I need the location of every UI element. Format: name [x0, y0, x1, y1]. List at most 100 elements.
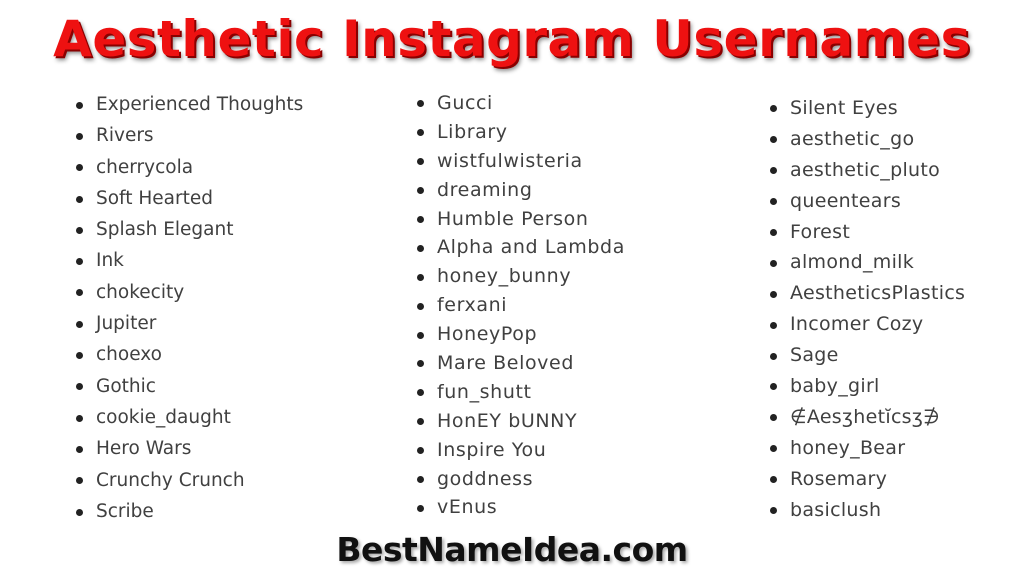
username-text: Ink	[96, 250, 124, 272]
username-text: ∉Aesʒhetĭcsʒ∌	[790, 405, 941, 428]
bullet-icon	[770, 507, 777, 515]
username-list-column-1: Experienced Thoughts Rivers cherrycola Soft…	[72, 89, 303, 527]
username-text: dreaming	[437, 178, 533, 201]
bullet-icon	[76, 383, 83, 391]
bullet-icon	[770, 229, 777, 236]
bullet-icon	[417, 187, 424, 195]
username-list-item: HoneyPop	[413, 320, 625, 349]
username-text: Splash Elegant	[96, 219, 234, 241]
bullet-icon	[76, 352, 83, 360]
bullet-icon	[770, 321, 777, 329]
username-list-item: vEnus	[413, 493, 625, 522]
bullet-icon	[770, 414, 777, 422]
username-text: Sage	[790, 344, 839, 367]
username-text: queentears	[790, 189, 902, 212]
username-list-item: honey_bunny	[413, 262, 625, 291]
bullet-icon	[76, 101, 83, 109]
bullet-icon	[76, 414, 83, 422]
bullet-icon	[417, 418, 424, 426]
username-text: honey_Bear	[790, 436, 906, 459]
username-text: Soft Hearted	[96, 187, 213, 209]
bullet-icon	[76, 289, 83, 297]
username-list-item: cherrycola	[72, 152, 303, 183]
username-list-item: choexo	[72, 339, 303, 370]
bullet-icon	[770, 476, 777, 484]
bullet-icon	[76, 226, 83, 234]
bullet-icon	[417, 216, 424, 223]
username-list-item: goddness	[413, 465, 625, 494]
username-list-item: Sage	[766, 340, 965, 371]
bullet-icon	[417, 447, 424, 455]
username-text: Mare Beloved	[437, 352, 574, 375]
bullet-icon	[417, 360, 424, 368]
username-list-item: aesthetic_pluto	[766, 155, 965, 186]
username-list-item: Humble Person	[413, 205, 625, 234]
username-list-item: Library	[413, 118, 625, 147]
username-list-item: Jupiter	[72, 308, 303, 339]
username-list-item: Crunchy Crunch	[72, 465, 303, 496]
site-watermark: BestNameIdea.com	[336, 530, 688, 569]
username-list-item: queentears	[766, 186, 965, 217]
username-text: basiclush	[790, 498, 882, 521]
username-text: baby_girl	[790, 375, 880, 398]
username-list-item: Ink	[72, 245, 303, 276]
bullet-icon	[770, 352, 777, 360]
username-list-item: dreaming	[413, 176, 625, 205]
bullet-icon	[770, 167, 777, 175]
username-text: Jupiter	[96, 313, 157, 335]
username-text: Rivers	[96, 125, 154, 147]
username-text: aesthetic_go	[790, 127, 915, 150]
username-list-item: HonEY bUNNY	[413, 407, 625, 436]
bullet-icon	[417, 129, 424, 137]
username-list-item: Rosemary	[766, 464, 965, 495]
bullet-icon	[417, 504, 424, 512]
username-list-item: ferxani	[413, 291, 625, 320]
username-text: choexo	[96, 344, 162, 366]
username-text: vEnus	[437, 496, 498, 519]
username-text: chokecity	[96, 281, 185, 303]
username-text: aesthetic_pluto	[790, 158, 941, 181]
bullet-icon	[417, 158, 424, 166]
bullet-icon	[417, 302, 424, 310]
username-text: fun_shutt	[437, 380, 532, 403]
username-text: Alpha and Lambda	[437, 236, 625, 259]
bullet-icon	[417, 244, 424, 252]
bullet-icon	[76, 477, 83, 485]
bullet-icon	[76, 445, 83, 453]
bullet-icon	[76, 508, 83, 516]
username-list-item: chokecity	[72, 277, 303, 308]
username-list-item: Experienced Thoughts	[72, 89, 303, 120]
username-list-item: Silent Eyes	[766, 93, 965, 124]
bullet-icon	[76, 132, 83, 140]
bullet-icon	[417, 389, 424, 397]
bullet-icon	[770, 445, 777, 453]
username-list-item: Incomer Cozy	[766, 309, 965, 340]
page-title: Aesthetic Instagram Usernames	[53, 10, 971, 68]
username-text: Library	[437, 120, 508, 143]
username-list-item: Gucci	[413, 89, 625, 118]
bullet-icon	[76, 320, 83, 328]
username-list-item: Hero Wars	[72, 433, 303, 464]
bullet-icon	[417, 100, 424, 108]
username-list-item: Mare Beloved	[413, 349, 625, 378]
username-list-item: Scribe	[72, 496, 303, 527]
username-list-item: cookie_daught	[72, 402, 303, 433]
username-text: honey_bunny	[437, 265, 572, 288]
username-text: cookie_daught	[96, 406, 231, 428]
username-text: Gothic	[96, 375, 156, 397]
username-list-item: Soft Hearted	[72, 183, 303, 214]
username-list-item: honey_Bear	[766, 433, 965, 464]
username-text: ferxani	[437, 294, 508, 317]
bullet-icon	[417, 273, 424, 281]
username-list-column-3: Silent Eyes aesthetic_go aesthetic_plutoqu…	[766, 93, 965, 525]
username-list-item: baby_girl	[766, 371, 965, 402]
username-list-item: aesthetic_go	[766, 124, 965, 155]
username-text: cherrycola	[96, 156, 194, 178]
bullet-icon	[76, 195, 83, 203]
username-text: goddness	[437, 467, 534, 490]
username-list-item: AestheticsPlastics	[766, 278, 965, 309]
username-text: Rosemary	[790, 467, 888, 490]
username-text: almond_milk	[790, 251, 915, 274]
username-text: HonEY bUNNY	[437, 409, 578, 432]
bullet-icon	[770, 105, 777, 113]
